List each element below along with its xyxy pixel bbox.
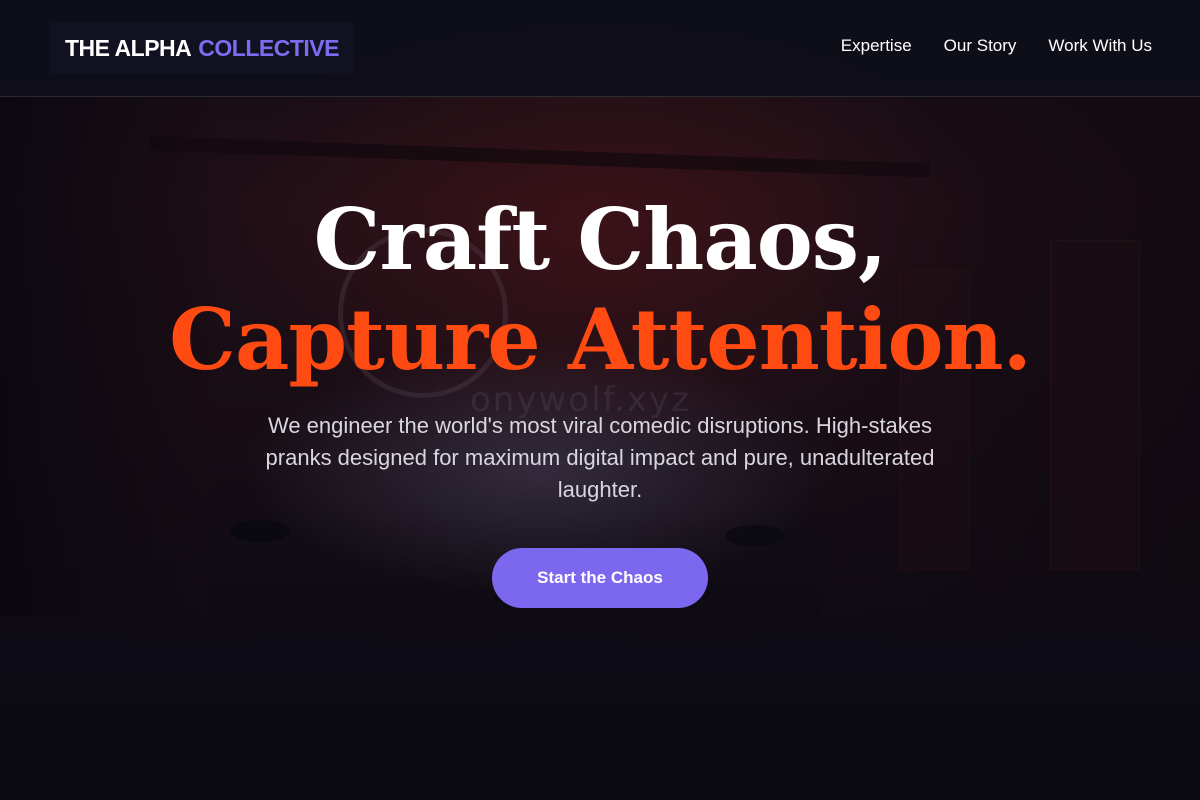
headline-line-1: Craft Chaos, [313,190,888,289]
navbar: THE ALPHA COLLECTIVE Expertise Our Story… [0,0,1200,97]
hero-section: Craft Chaos, Capture Attention. We engin… [0,190,1200,608]
brand-name: THE ALPHA [65,34,192,61]
nav-link-expertise[interactable]: Expertise [841,36,912,56]
brand-name-accent: COLLECTIVE [198,34,339,61]
nav-link-work-with-us[interactable]: Work With Us [1048,36,1152,56]
hero-headline: Craft Chaos, Capture Attention. [0,190,1200,390]
start-the-chaos-button[interactable]: Start the Chaos [492,548,708,608]
brand-logo[interactable]: THE ALPHA COLLECTIVE [50,22,354,74]
nav-links: Expertise Our Story Work With Us [841,36,1152,56]
hero-subtitle: We engineer the world's most viral comed… [265,413,935,502]
headline-line-2: Capture Attention. [169,290,1032,389]
nav-link-our-story[interactable]: Our Story [944,36,1017,56]
